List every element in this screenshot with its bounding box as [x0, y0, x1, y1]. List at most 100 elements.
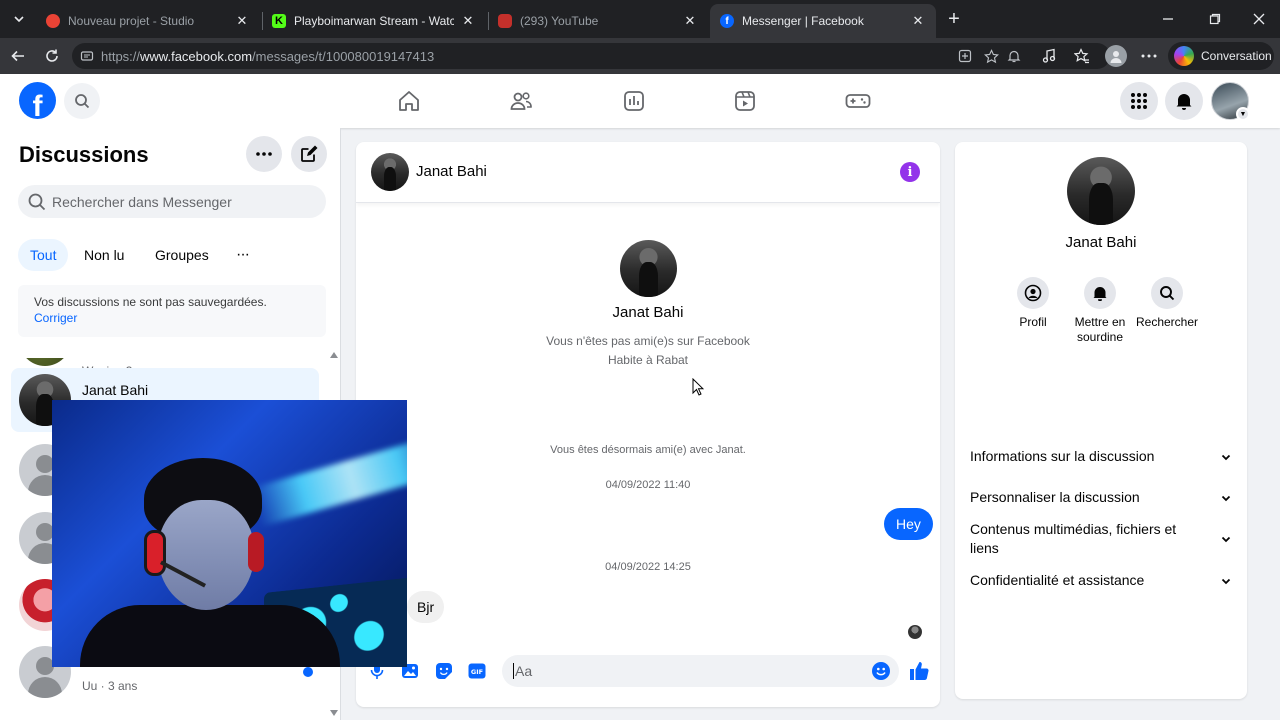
- emoji-icon[interactable]: [872, 662, 890, 680]
- tab-title: (293) YouTube: [520, 14, 599, 28]
- section-chat-info[interactable]: Informations sur la discussion: [970, 447, 1232, 466]
- thumbs-up-icon[interactable]: [908, 660, 930, 682]
- more-horizontal-icon: [256, 152, 272, 156]
- section-label: Contenus multimédias, fichiers et liens: [970, 521, 1177, 556]
- message-timestamp: 04/09/2022 14:25: [605, 561, 691, 573]
- media-control-icon[interactable]: [1040, 47, 1058, 65]
- profile-icon: [1017, 277, 1049, 309]
- scroll-down-arrow-icon[interactable]: [330, 710, 338, 716]
- notification-bell-icon[interactable]: [1006, 48, 1022, 64]
- filter-groupes[interactable]: Groupes: [143, 239, 221, 271]
- close-tab-icon[interactable]: ✕: [910, 13, 926, 29]
- url-text[interactable]: https://www.facebook.com/messages/t/1000…: [101, 49, 434, 64]
- filter-label: Non lu: [84, 247, 125, 263]
- app-available-icon[interactable]: [957, 48, 973, 64]
- restore-icon[interactable]: [1204, 8, 1226, 30]
- sticker-icon[interactable]: [434, 661, 454, 681]
- close-tab-icon[interactable]: ✕: [234, 13, 250, 29]
- scroll-up-arrow-icon[interactable]: [330, 352, 338, 358]
- close-tab-icon[interactable]: ✕: [682, 13, 698, 29]
- address-bar[interactable]: https://www.facebook.com/messages/t/1000…: [72, 43, 1110, 69]
- section-customize[interactable]: Personnaliser la discussion: [970, 488, 1232, 507]
- conversation-info-icon[interactable]: i: [900, 162, 920, 182]
- browser-toolbar: https://www.facebook.com/messages/t/1000…: [0, 38, 1280, 74]
- new-tab-plus-icon[interactable]: +: [943, 8, 965, 30]
- tab-search-chevron-icon[interactable]: [8, 8, 30, 30]
- gif-icon[interactable]: GIF: [467, 661, 487, 681]
- headset-icon: [144, 530, 166, 576]
- notifications-bell-icon[interactable]: [1165, 82, 1203, 120]
- chevron-down-icon: [1221, 578, 1231, 584]
- mouse-pointer-icon: [692, 378, 704, 396]
- studio-favicon-icon: [46, 14, 60, 28]
- home-icon[interactable]: [396, 88, 422, 114]
- browser-tab-kick[interactable]: K Playboimarwan Stream - Watch Li ✕: [262, 4, 486, 38]
- chevron-down-icon: [1221, 454, 1231, 460]
- system-message: Vous êtes désormais ami(e) avec Janat.: [550, 444, 746, 456]
- filter-tout[interactable]: Tout: [18, 239, 69, 271]
- search-conversation-action[interactable]: Rechercher: [1127, 277, 1207, 330]
- browser-tab-strip: Nouveau projet - Studio ✕ K Playboimarwa…: [0, 0, 1280, 38]
- filter-more-icon[interactable]: ···: [224, 239, 261, 271]
- section-media-files[interactable]: Contenus multimédias, fichiers et liens: [970, 520, 1232, 558]
- browser-tab-studio[interactable]: Nouveau projet - Studio ✕: [36, 4, 260, 38]
- favorites-icon[interactable]: [1073, 47, 1091, 65]
- browser-tab-messenger[interactable]: f Messenger | Facebook ✕: [710, 4, 936, 38]
- contact-avatar[interactable]: [371, 153, 409, 191]
- outgoing-message-bubble[interactable]: Hey: [884, 508, 933, 540]
- intro-avatar[interactable]: [620, 240, 677, 297]
- minimize-icon[interactable]: [1157, 8, 1179, 30]
- site-info-icon[interactable]: [80, 49, 94, 63]
- search-icon: [28, 193, 46, 210]
- video-reels-icon[interactable]: [732, 88, 758, 114]
- section-privacy-support[interactable]: Confidentialité et assistance: [970, 571, 1232, 590]
- browser-tab-youtube[interactable]: (293) YouTube ✕: [488, 4, 708, 38]
- contact-name[interactable]: Janat Bahi: [416, 163, 487, 180]
- reload-icon[interactable]: [42, 46, 62, 66]
- profile-avatar-icon[interactable]: [1105, 45, 1127, 67]
- section-label: Confidentialité et assistance: [970, 572, 1145, 588]
- filter-label: Tout: [30, 247, 57, 263]
- conversation-name: Janat Bahi: [82, 382, 149, 398]
- conversation-label: Conversation: [1201, 49, 1272, 63]
- tab-title: Messenger | Facebook: [742, 14, 864, 28]
- chat-header: Janat Bahi i: [356, 142, 940, 203]
- filter-non-lu[interactable]: Non lu: [72, 239, 136, 271]
- message-input[interactable]: Aa: [502, 655, 899, 687]
- seen-avatar-icon: [908, 625, 922, 639]
- location-text: Habite à Rabat: [607, 353, 689, 367]
- url-path: /messages/t/100080019147413: [252, 49, 435, 64]
- menu-grid-icon[interactable]: [1120, 82, 1158, 120]
- webcam-overlay: [52, 400, 407, 667]
- gaming-icon[interactable]: [845, 88, 871, 114]
- intro-name: Janat Bahi: [612, 304, 684, 321]
- facebook-favicon-icon: f: [720, 14, 734, 28]
- messenger-search-input[interactable]: Rechercher dans Messenger: [18, 185, 326, 218]
- friendship-status: Vous n'êtes pas ami(e)s sur Facebook: [546, 334, 750, 348]
- copilot-conversation-button[interactable]: Conversation: [1168, 42, 1274, 70]
- incoming-message-bubble[interactable]: Bjr: [407, 591, 445, 623]
- conversation-details-panel: Janat Bahi Profil Mettre en sourdine Rec…: [955, 142, 1247, 699]
- details-avatar[interactable]: [1067, 157, 1135, 225]
- bookmark-star-icon[interactable]: [983, 48, 999, 64]
- notice-fix-link[interactable]: Corriger: [34, 311, 77, 325]
- dashboard-icon[interactable]: [621, 88, 647, 114]
- url-scheme: https://: [101, 49, 141, 64]
- chevron-down-icon: [1221, 495, 1231, 501]
- facebook-search-icon[interactable]: [64, 83, 100, 119]
- facebook-logo-icon[interactable]: f: [19, 82, 56, 119]
- close-window-icon[interactable]: [1248, 8, 1270, 30]
- compose-icon: [301, 145, 318, 162]
- friends-icon[interactable]: [508, 88, 534, 114]
- headset-cup: [248, 532, 264, 572]
- new-message-button[interactable]: [291, 136, 327, 172]
- discussions-options-button[interactable]: [246, 136, 282, 172]
- streamer-body: [80, 605, 340, 667]
- search-placeholder: Rechercher dans Messenger: [52, 193, 232, 210]
- close-tab-icon[interactable]: ✕: [460, 13, 476, 29]
- streamer-face: [158, 500, 254, 610]
- more-menu-icon[interactable]: [1140, 47, 1158, 65]
- back-arrow-icon[interactable]: [8, 46, 28, 66]
- account-avatar[interactable]: ▼: [1211, 82, 1250, 121]
- url-host: www.facebook.com: [140, 49, 253, 64]
